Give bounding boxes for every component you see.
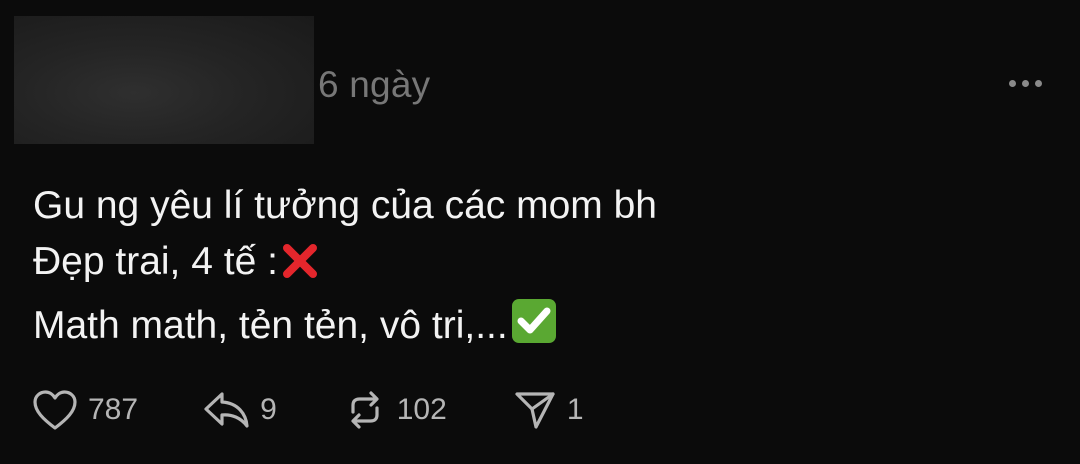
- repost-icon: [343, 388, 387, 432]
- more-dot-icon: [1035, 80, 1042, 87]
- post-timestamp: 6 ngày: [318, 64, 431, 105]
- like-count: 787: [88, 393, 139, 426]
- like-button[interactable]: 787: [32, 389, 138, 431]
- share-button[interactable]: 1: [513, 389, 584, 431]
- repost-count: 102: [396, 393, 447, 426]
- post-line-2: Đẹp trai, 4 tế :: [33, 234, 657, 297]
- cross-mark-icon: [280, 241, 320, 297]
- reply-count: 9: [260, 393, 277, 426]
- share-count: 1: [566, 393, 584, 426]
- post-actions: 787 9 102 1: [32, 386, 584, 434]
- post-body: Gu ng yêu lí tưởng của các mom bh Đẹp tr…: [33, 178, 657, 361]
- more-options-button[interactable]: [1009, 80, 1042, 87]
- heart-icon: [32, 389, 78, 431]
- reply-arrow-icon: [202, 390, 250, 430]
- post-line-3-text: Math math, tẻn tẻn, vô tri,...: [33, 304, 508, 347]
- post-line-2-text: Đẹp trai, 4 tế :: [33, 240, 278, 283]
- send-paper-plane-icon: [513, 389, 557, 431]
- repost-button[interactable]: 102: [343, 388, 447, 432]
- post-line-3: Math math, tẻn tẻn, vô tri,...: [33, 297, 657, 361]
- more-dot-icon: [1009, 80, 1016, 87]
- post-line-1: Gu ng yêu lí tưởng của các mom bh: [33, 184, 657, 227]
- reply-button[interactable]: 9: [202, 390, 277, 430]
- redacted-author-info: [14, 16, 314, 144]
- more-dot-icon: [1022, 80, 1029, 87]
- check-mark-button-icon: [510, 297, 558, 361]
